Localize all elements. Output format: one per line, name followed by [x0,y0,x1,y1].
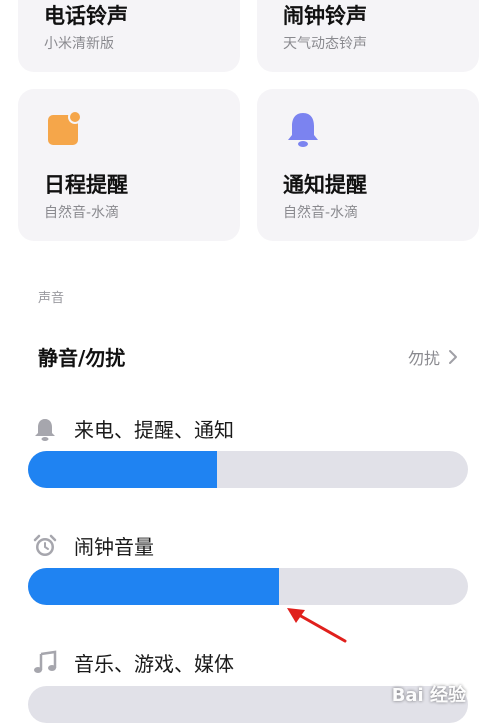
volume-slider-ring[interactable] [28,451,468,488]
alarm-clock-icon [33,534,57,556]
volume-label-text: 闹钟音量 [74,535,154,559]
card-subtitle: 小米清新版 [44,36,114,52]
card-title: 闹钟铃声 [283,4,367,28]
volume-label-text: 音乐、游戏、媒体 [74,652,234,676]
silent-dnd-title: 静音/勿扰 [38,346,126,370]
bell-icon [35,418,55,441]
ringtone-card-phone[interactable]: 电话铃声 小米清新版 [18,0,240,72]
ringtone-card-calendar[interactable]: 日程提醒 自然音-水滴 [18,89,240,241]
volume-slider-fill [28,568,279,605]
section-label-sound: 声音 [38,291,65,306]
silent-dnd-value: 勿扰 [408,345,458,369]
ringtone-card-notification[interactable]: 通知提醒 自然音-水滴 [257,89,479,241]
bell-icon [288,113,318,147]
baidu-watermark: Bai 经验 [391,685,466,706]
volume-slider-fill [28,451,218,488]
card-subtitle: 自然音-水滴 [283,205,359,221]
silent-dnd-value-text: 勿扰 [407,349,440,368]
volume-label-text: 来电、提醒、通知 [74,418,234,442]
card-title: 通知提醒 [283,173,367,197]
volume-label-alarm: 闹钟音量 [32,531,154,560]
calendar-icon [48,110,82,145]
chevron-right-icon [449,350,457,364]
card-subtitle: 天气动态铃声 [283,36,367,52]
ringtone-card-alarm[interactable]: 闹钟铃声 天气动态铃声 [257,0,479,72]
volume-slider-alarm[interactable] [28,568,468,605]
card-title: 日程提醒 [44,173,128,197]
card-title: 电话铃声 [44,4,128,28]
volume-label-ring: 来电、提醒、通知 [32,414,234,443]
volume-label-media: 音乐、游戏、媒体 [32,648,234,677]
music-note-icon [34,650,57,673]
card-subtitle: 自然音-水滴 [44,205,120,221]
